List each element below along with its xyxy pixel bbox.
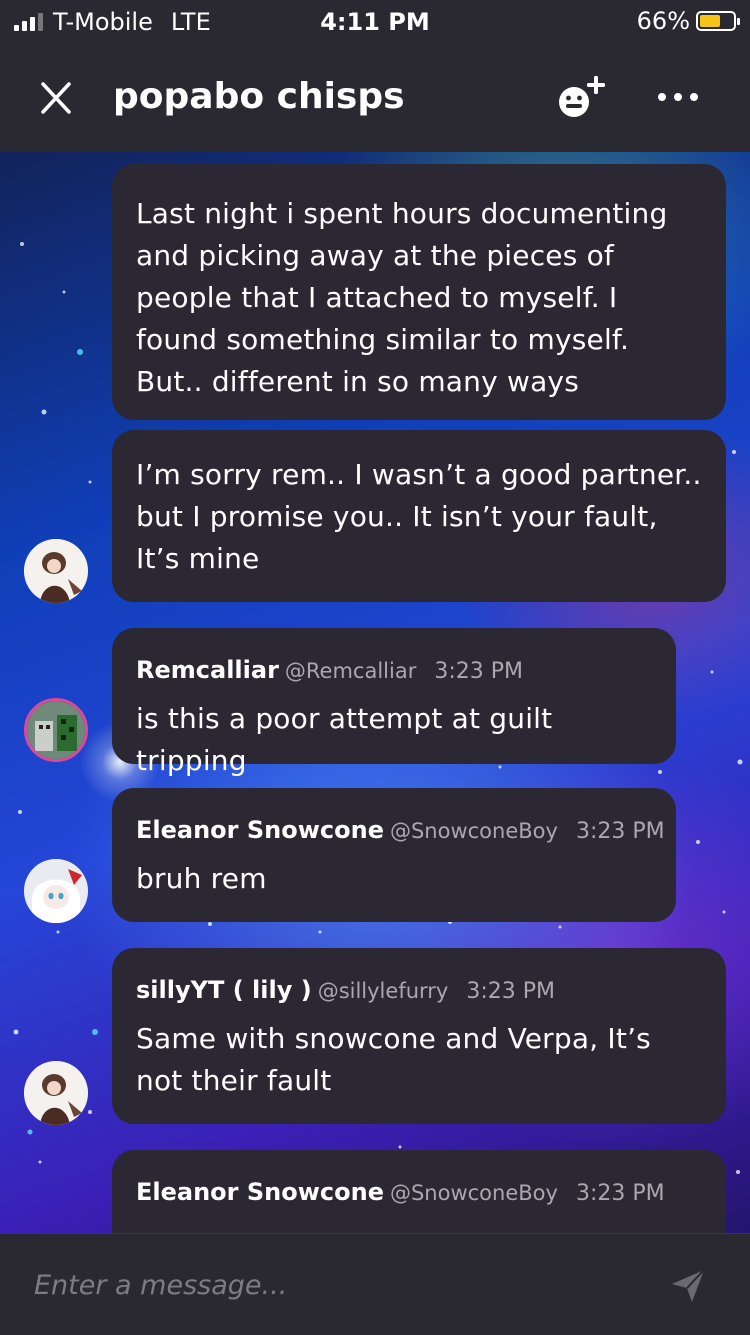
close-button[interactable] [36,80,76,116]
message-time: 3:23 PM [575,819,665,844]
message-bubble[interactable]: sillyYT ( lily ) @sillylefurry 3:23 PM Sam… [112,948,726,1124]
message-time: 3:23 PM [434,659,524,684]
message-header: Eleanor Snowcone @SnowconeBoy 3:23 PM [136,812,665,848]
author-name[interactable]: sillyYT ( lily ) [136,976,312,1004]
send-icon [672,1269,705,1302]
battery-info: 66% [636,7,740,35]
message-bubble[interactable]: Eleanor Snowcone @SnowconeBoy 3:23 PM [112,1150,726,1233]
avatar-image [27,701,85,759]
avatar[interactable] [24,859,88,923]
avatar[interactable] [24,1061,88,1125]
send-button[interactable] [668,1266,708,1306]
message-text: Last night i spent hours documenting and… [136,197,668,398]
author-handle: @SnowconeBoy [389,819,558,843]
message-bubble[interactable]: Last night i spent hours documenting and… [112,164,726,420]
message-text: I’m sorry rem.. I wasn’t a good partner.… [136,458,702,575]
close-icon [41,82,71,114]
author-name[interactable]: Eleanor Snowcone [136,816,384,844]
message-text: is this a poor attempt at guilt tripping [136,702,553,777]
author-name[interactable]: Eleanor Snowcone [136,1178,384,1206]
message-header: Eleanor Snowcone @SnowconeBoy 3:23 PM [136,1174,702,1210]
avatar[interactable] [24,539,88,603]
message-list[interactable]: Last night i spent hours documenting and… [0,152,750,1233]
smiley-plus-icon [559,76,605,117]
chat-header: popabo chisps [0,42,750,152]
author-handle: @Remcalliar [284,659,417,683]
battery-icon [696,11,740,31]
message-text: bruh rem [136,862,267,895]
add-member-button[interactable] [556,72,608,122]
avatar[interactable] [24,698,88,762]
message-bubble[interactable]: Remcalliar @Remcalliar 3:23 PM is this a p… [112,628,676,777]
message-time: 3:23 PM [575,1181,665,1206]
avatar-image [24,1061,88,1125]
message-header: sillyYT ( lily ) @sillylefurry 3:23 PM [136,972,702,1008]
more-options-button[interactable] [654,82,702,112]
message-composer [0,1233,750,1335]
battery-percent: 66% [636,7,690,35]
chat-title: popabo chisps [113,76,405,117]
message-bubble[interactable]: Eleanor Snowcone @SnowconeBoy 3:23 PM bruh… [112,788,676,922]
author-handle: @SnowconeBoy [389,1181,558,1205]
message-text: Same with snowcone and Verpa, It’s not t… [136,1022,651,1097]
author-handle: @sillylefurry [317,979,449,1003]
avatar-image [24,859,88,923]
message-time: 3:23 PM [466,979,555,1004]
message-header: Remcalliar @Remcalliar 3:23 PM [136,652,652,688]
message-bubble[interactable]: I’m sorry rem.. I wasn’t a good partner.… [112,430,726,602]
status-bar: T-Mobile LTE 4:11 PM 66% [0,0,750,42]
avatar-image [24,539,88,603]
author-name[interactable]: Remcalliar [136,656,279,684]
message-input[interactable] [32,1262,636,1308]
more-horizontal-icon [658,93,698,101]
